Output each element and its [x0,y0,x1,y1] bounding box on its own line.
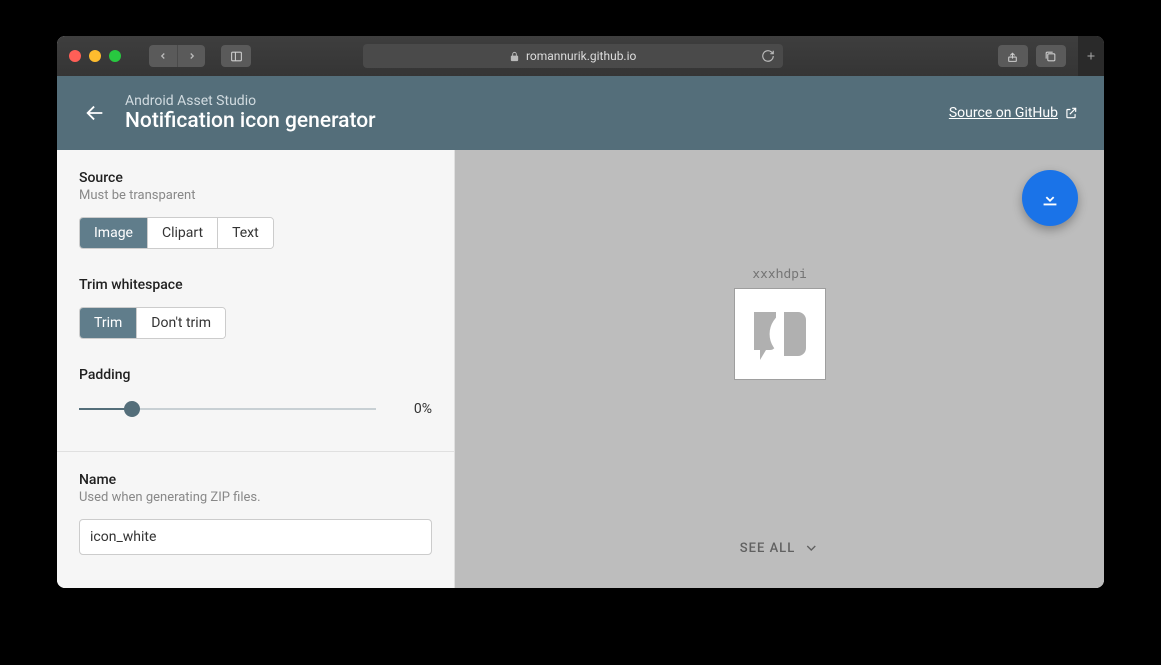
browser-titlebar: romannurik.github.io [57,36,1104,76]
trim-segmented: Trim Don't trim [79,307,226,339]
nav-arrows [149,45,205,67]
name-label: Name [79,472,432,488]
trim-option-trim[interactable]: Trim [80,308,137,338]
source-hint: Must be transparent [79,188,432,203]
chevron-down-icon [803,540,819,556]
icon-preview-inner [739,293,821,375]
app-back-button[interactable] [83,101,107,125]
trim-section: Trim whitespace Trim Don't trim [57,269,454,359]
source-segmented: Image Clipart Text [79,217,274,249]
name-section: Name Used when generating ZIP files. [57,451,454,575]
icon-preview [734,288,826,380]
share-button[interactable] [998,45,1028,67]
download-fab[interactable] [1022,170,1078,226]
tabs-button[interactable] [1036,45,1066,67]
padding-value: 0% [400,401,432,417]
app-title: Notification icon generator [125,109,376,133]
url-text: romannurik.github.io [526,49,636,63]
app-subtitle: Android Asset Studio [125,93,376,109]
trim-label: Trim whitespace [79,277,432,293]
name-input[interactable] [79,519,432,555]
source-on-github-link[interactable]: Source on GitHub [949,105,1078,121]
padding-label: Padding [79,367,432,383]
padding-section: Padding 0% [57,359,454,451]
source-section: Source Must be transparent Image Clipart… [57,150,454,269]
forward-button[interactable] [177,45,205,67]
reload-icon[interactable] [761,49,775,63]
padding-slider[interactable] [79,408,376,410]
new-tab-button[interactable] [1078,36,1104,76]
minimize-window-button[interactable] [89,50,101,62]
source-label: Source [79,170,432,186]
preview-glyph-icon [748,306,812,362]
sidebar-toggle-button[interactable] [221,45,251,67]
source-option-image[interactable]: Image [80,218,148,248]
close-window-button[interactable] [69,50,81,62]
slider-thumb[interactable] [124,401,140,417]
see-all-button[interactable]: SEE ALL [740,540,819,556]
browser-window: romannurik.github.io Android Asset Studi… [57,36,1104,588]
app-body: Source Must be transparent Image Clipart… [57,150,1104,588]
density-label: xxxhdpi [752,264,807,282]
github-link-label: Source on GitHub [949,105,1058,121]
lock-icon [509,51,520,62]
source-option-clipart[interactable]: Clipart [148,218,218,248]
window-controls [69,50,121,62]
see-all-label: SEE ALL [740,541,795,556]
name-hint: Used when generating ZIP files. [79,490,432,505]
external-link-icon [1064,106,1078,120]
maximize-window-button[interactable] [109,50,121,62]
back-button[interactable] [149,45,177,67]
trim-option-dont-trim[interactable]: Don't trim [137,308,225,338]
sidebar: Source Must be transparent Image Clipart… [57,150,455,588]
app-header: Android Asset Studio Notification icon g… [57,76,1104,150]
source-option-text[interactable]: Text [218,218,273,248]
download-icon [1039,187,1061,209]
preview-area: xxxhdpi SEE ALL [455,150,1104,588]
url-bar[interactable]: romannurik.github.io [363,44,783,68]
